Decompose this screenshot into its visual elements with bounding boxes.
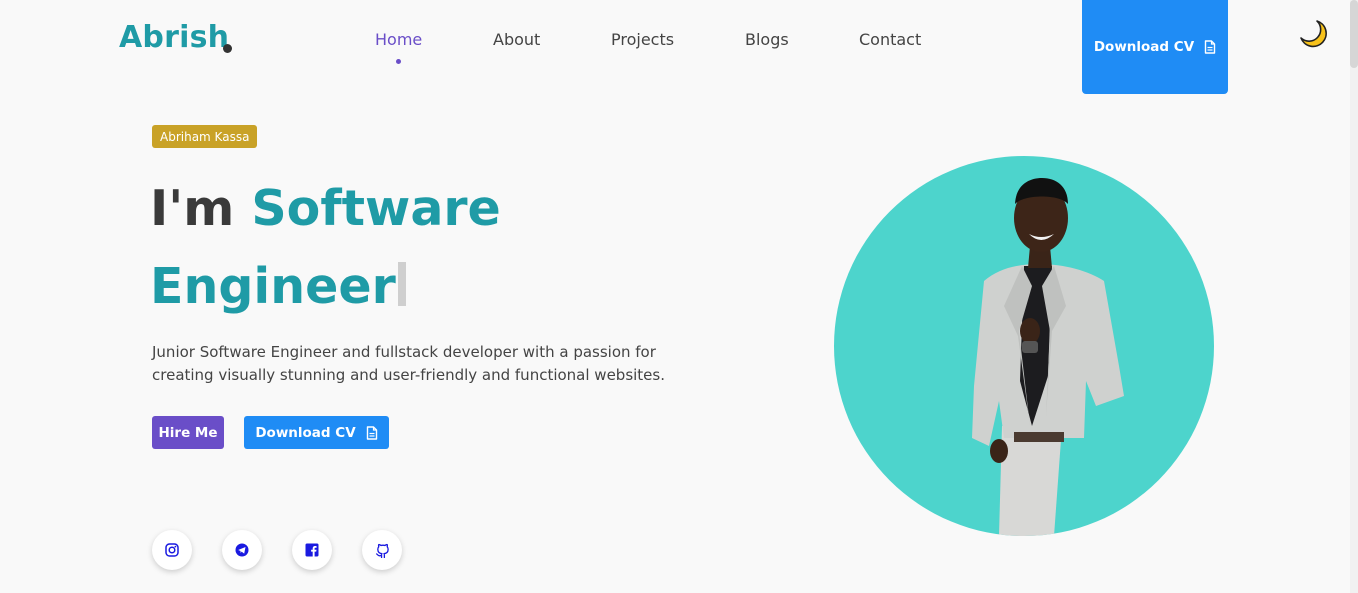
telegram-link[interactable] (222, 530, 262, 570)
scrollbar-thumb[interactable] (1350, 0, 1358, 68)
download-cv-button[interactable]: Download CV (244, 416, 389, 449)
logo[interactable]: Abrish (119, 20, 229, 55)
logo-dot (223, 44, 232, 53)
active-nav-indicator (396, 59, 401, 64)
facebook-icon (305, 543, 319, 557)
instagram-link[interactable] (152, 530, 192, 570)
telegram-icon (235, 543, 249, 557)
header-download-cv-label: Download CV (1093, 39, 1195, 55)
github-link[interactable] (362, 530, 402, 570)
hero-description: Junior Software Engineer and fullstack d… (152, 343, 665, 384)
moon-icon[interactable] (1297, 18, 1329, 50)
nav-about[interactable]: About (493, 30, 540, 49)
header-download-cv-button[interactable]: Download CV (1082, 0, 1228, 94)
nav-contact[interactable]: Contact (859, 30, 921, 49)
nav-projects[interactable]: Projects (611, 30, 674, 49)
facebook-link[interactable] (292, 530, 332, 570)
name-badge: Abriham Kassa (152, 125, 258, 148)
document-icon (366, 425, 377, 440)
nav-blogs[interactable]: Blogs (745, 30, 789, 49)
hire-me-button[interactable]: Hire Me (152, 416, 224, 449)
document-icon (1204, 40, 1216, 54)
headline-prefix: I'm (150, 180, 235, 237)
scrollbar[interactable] (1350, 0, 1358, 593)
nav-home[interactable]: Home (375, 30, 422, 49)
download-cv-label: Download CV (255, 424, 356, 441)
instagram-icon (165, 543, 179, 557)
typing-caret (397, 262, 406, 306)
headline-highlight-1: Software (251, 180, 501, 237)
hero-headline: I'm Software Engineer (150, 170, 670, 326)
headline-highlight-2: Engineer (150, 258, 396, 315)
profile-photo (834, 156, 1214, 536)
github-icon (375, 543, 389, 558)
